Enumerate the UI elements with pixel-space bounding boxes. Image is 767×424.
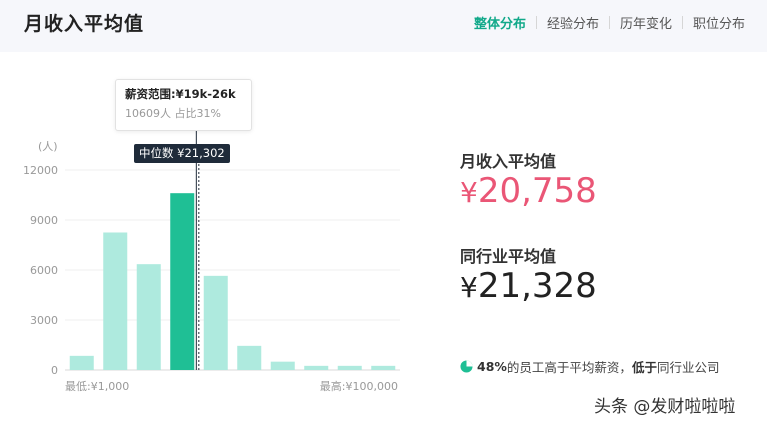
bar-highlighted <box>170 193 195 370</box>
bar <box>237 345 262 370</box>
bar <box>337 365 362 370</box>
bar <box>69 355 94 370</box>
bar <box>203 275 228 370</box>
tooltip-salary-range: 薪资范围:¥19k-26k <box>125 87 236 101</box>
comparison-text-2: 同行业公司 <box>656 360 720 375</box>
average-income-value: ¥20,758 <box>460 171 597 211</box>
industry-average-number: 21,328 <box>477 266 597 306</box>
x-axis-max-label: 最高:¥100,000 <box>320 379 398 393</box>
pie-chart-icon <box>460 360 473 373</box>
y-tick-label: 3000 <box>30 314 58 327</box>
comparison-percent: 48% <box>477 359 507 374</box>
y-axis-unit-label: (人) <box>38 140 58 153</box>
comparison-text-1: 的员工高于平均薪资， <box>506 360 632 375</box>
currency-symbol: ¥ <box>460 271 478 304</box>
industry-average-label: 同行业平均值 <box>460 247 557 266</box>
median-badge: 中位数 ¥21,302 <box>134 144 230 163</box>
average-income-label: 月收入平均值 <box>460 152 557 171</box>
tooltip-count: 10609人 占比31% <box>125 107 221 120</box>
currency-symbol: ¥ <box>460 176 478 209</box>
x-axis-min-label: 最低:¥1,000 <box>65 380 129 393</box>
comparison-note: 48% 的员工高于平均薪资， 低于 同行业公司 <box>460 357 719 376</box>
bar <box>103 232 128 370</box>
y-tick-label: 0 <box>51 364 58 377</box>
page-title: 月收入平均值 <box>24 13 145 35</box>
comparison-emphasis: 低于 <box>631 360 657 375</box>
bar <box>270 361 295 370</box>
bar <box>304 365 329 370</box>
stats-panel: 月收入平均值 ¥20,758 同行业平均值 ¥21,328 48% 的员工高于平… <box>460 0 767 424</box>
y-tick-label: 12000 <box>23 164 58 177</box>
bar <box>136 264 161 370</box>
y-tick-label: 9000 <box>30 214 58 227</box>
average-income-number: 20,758 <box>477 171 597 211</box>
bar <box>371 365 396 370</box>
industry-average-value: ¥21,328 <box>460 266 597 306</box>
bar-tooltip: 薪资范围:¥19k-26k 10609人 占比31% <box>115 79 252 131</box>
watermark: 头条 @发财啦啦啦 <box>594 397 736 417</box>
y-tick-label: 6000 <box>30 264 58 277</box>
